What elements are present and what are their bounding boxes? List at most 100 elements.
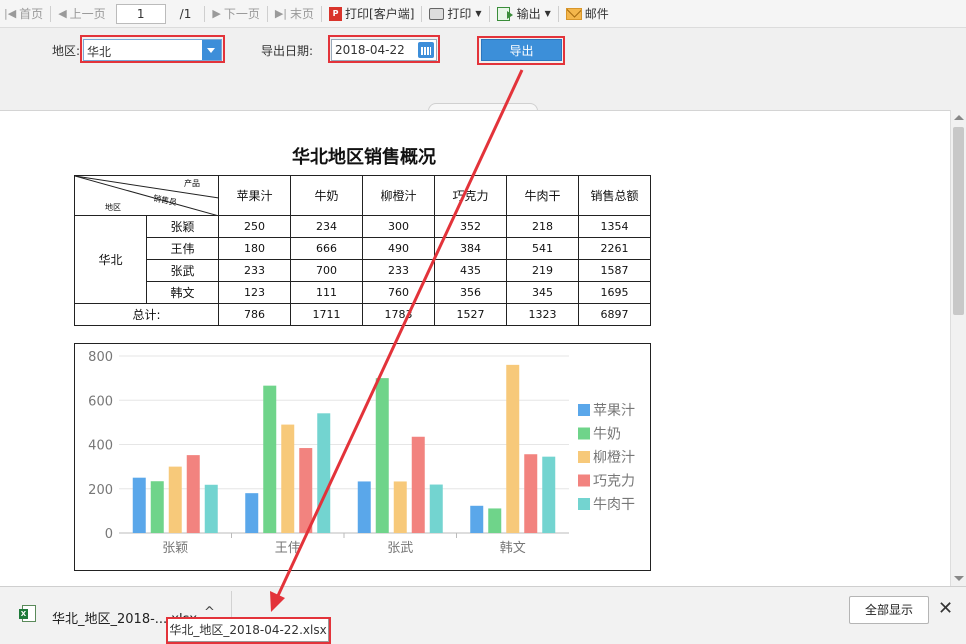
last-page-icon: ▶| xyxy=(274,7,288,20)
value-cell: 218 xyxy=(506,215,579,238)
show-all-button[interactable]: 全部显示 xyxy=(849,596,929,624)
x-tick-label: 韩文 xyxy=(500,541,526,556)
value-cell: 111 xyxy=(290,281,363,304)
toolbar-divider xyxy=(557,5,559,22)
last-page-label: 末页 xyxy=(290,7,315,21)
sales-table: 产品 销售员 地区 苹果汁 牛奶 柳橙汁 巧克力 牛肉干 销售总额 华北 张颖 … xyxy=(74,175,651,326)
value-cell: 233 xyxy=(362,259,435,282)
total-cell: 1711 xyxy=(290,303,363,326)
chart-bar xyxy=(150,481,164,533)
page-total: /1 xyxy=(179,6,192,21)
page-number-input[interactable]: 1 xyxy=(115,3,166,24)
chevron-down-icon: ▼ xyxy=(475,9,482,18)
value-cell: 490 xyxy=(362,237,435,260)
report-toolbar: |◀ 首页 ◀ 上一页 1 /1 ▶ 下一页 ▶| 末页 P 打印[客户端] 打… xyxy=(0,0,966,28)
legend-label: 柳橙汁 xyxy=(593,449,635,466)
chart-bar xyxy=(429,484,443,533)
chart-bar xyxy=(488,508,502,533)
value-cell: 234 xyxy=(290,215,363,238)
diagonal-header-cell: 产品 销售员 地区 xyxy=(74,175,219,216)
print-client-label: 打印[客户端] xyxy=(345,7,415,21)
mail-label: 邮件 xyxy=(584,7,609,21)
mail-button[interactable]: 邮件 xyxy=(562,0,613,28)
highlight-download-tooltip xyxy=(166,617,331,644)
scroll-up-icon[interactable] xyxy=(954,115,964,120)
highlight-region-select xyxy=(80,35,225,63)
salesperson-cell: 韩文 xyxy=(146,281,219,304)
total-cell: 1783 xyxy=(362,303,435,326)
download-bar: 华北_地区_2018-....xlsx ^ xyxy=(0,586,966,644)
salesperson-cell: 王伟 xyxy=(146,237,219,260)
y-tick-label: 800 xyxy=(88,350,113,365)
chart-bar xyxy=(411,436,425,533)
toolbar-divider xyxy=(50,5,52,22)
highlight-export-button xyxy=(477,36,565,65)
print-button[interactable]: 打印 ▼ xyxy=(425,0,485,28)
y-tick-label: 400 xyxy=(88,439,113,454)
chart-bar xyxy=(186,455,200,533)
table-row: 韩文 123 111 760 356 345 1695 xyxy=(75,281,651,304)
chart-bar xyxy=(263,385,277,533)
value-cell: 123 xyxy=(218,281,291,304)
chart-bar xyxy=(506,364,520,533)
toolbar-divider xyxy=(321,5,323,22)
report-canvas: 华北地区销售概况 产品 销售员 地区 苹果汁 牛奶 柳橙汁 巧克力 牛肉干 销售… xyxy=(0,110,950,586)
highlight-date-field xyxy=(328,35,440,63)
toolbar-divider xyxy=(204,5,206,22)
column-header: 苹果汁 xyxy=(218,175,291,216)
total-label: 总计: xyxy=(74,303,219,326)
value-cell: 219 xyxy=(506,259,579,282)
x-tick-label: 张武 xyxy=(387,541,413,556)
toolbar-divider xyxy=(488,5,490,22)
last-page-button[interactable]: ▶| 末页 xyxy=(271,0,318,28)
chart-bar xyxy=(357,481,371,533)
value-cell: 1354 xyxy=(578,215,651,238)
column-header: 巧克力 xyxy=(434,175,507,216)
next-page-icon: ▶ xyxy=(212,7,221,20)
x-tick-label: 张颖 xyxy=(162,541,188,556)
table-header-row: 产品 销售员 地区 苹果汁 牛奶 柳橙汁 巧克力 牛肉干 销售总额 xyxy=(74,175,651,216)
y-tick-label: 600 xyxy=(88,394,113,409)
value-cell: 352 xyxy=(434,215,507,238)
value-cell: 384 xyxy=(434,237,507,260)
chart-bar xyxy=(245,493,259,533)
total-cell: 1527 xyxy=(434,303,507,326)
legend-swatch xyxy=(578,427,590,440)
table-total-row: 总计: 786 1711 1783 1527 1323 6897 xyxy=(74,303,651,326)
scrollbar-thumb[interactable] xyxy=(953,127,964,315)
value-cell: 233 xyxy=(218,259,291,282)
value-cell: 541 xyxy=(506,237,579,260)
mail-icon xyxy=(565,7,582,20)
print-client-button[interactable]: P 打印[客户端] xyxy=(325,0,418,28)
salesperson-cell: 张颖 xyxy=(146,215,219,238)
diag-product-label: 产品 xyxy=(184,179,200,188)
value-cell: 700 xyxy=(290,259,363,282)
column-header: 销售总额 xyxy=(578,175,651,216)
next-page-button[interactable]: ▶ 下一页 xyxy=(208,0,263,28)
table-row: 张武 233 700 233 435 219 1587 xyxy=(75,259,651,282)
value-cell: 1587 xyxy=(578,259,651,282)
chart-bar xyxy=(470,505,484,533)
prev-page-button[interactable]: ◀ 上一页 xyxy=(54,0,109,28)
table-row: 王伟 180 666 490 384 541 2261 xyxy=(75,237,651,260)
legend-label: 苹果汁 xyxy=(593,403,635,419)
close-icon[interactable]: ✕ xyxy=(938,598,953,619)
region-label: 地区: xyxy=(52,44,81,58)
vertical-scrollbar[interactable] xyxy=(950,110,966,586)
prev-page-label: 上一页 xyxy=(69,7,106,21)
export-menu-button[interactable]: 输出 ▼ xyxy=(493,0,555,28)
scroll-down-icon[interactable] xyxy=(954,576,964,581)
chart-bar xyxy=(375,378,389,533)
value-cell: 2261 xyxy=(578,237,651,260)
chart-bar xyxy=(542,456,556,533)
chevron-down-icon: ▼ xyxy=(544,9,551,18)
legend-label: 牛奶 xyxy=(593,427,621,443)
print-label: 打印 xyxy=(447,7,472,21)
legend-label: 巧克力 xyxy=(593,474,635,490)
diag-region-label: 地区 xyxy=(105,203,121,212)
value-cell: 760 xyxy=(362,281,435,304)
pdf-icon: P xyxy=(329,6,343,21)
chart-bar xyxy=(281,424,295,533)
first-page-button[interactable]: |◀ 首页 xyxy=(0,0,47,28)
y-tick-label: 200 xyxy=(88,483,113,498)
